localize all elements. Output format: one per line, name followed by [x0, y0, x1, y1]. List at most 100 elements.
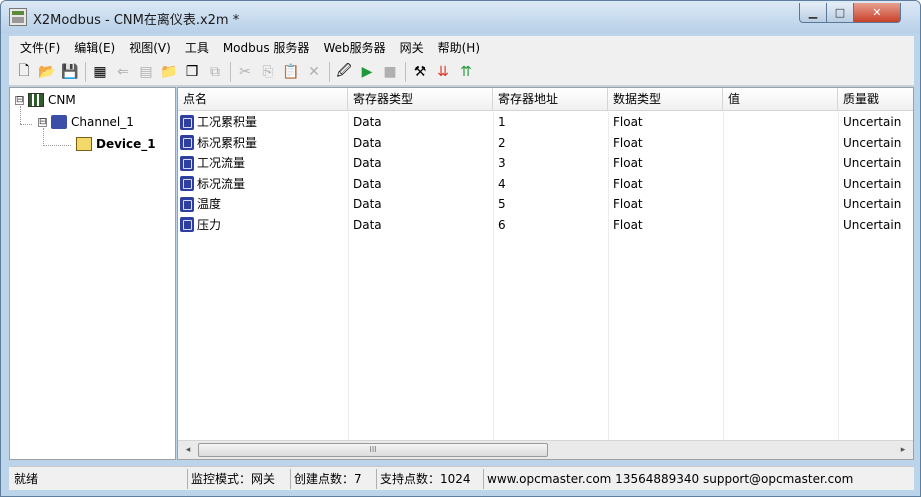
toolbar-separator	[329, 61, 330, 82]
tree-node-cnm[interactable]: ⊟ CNM	[15, 93, 76, 107]
tree-node-channel[interactable]: ⊟ Channel_1	[38, 115, 134, 129]
maximize-button[interactable]: □	[826, 3, 854, 23]
scroll-left-icon[interactable]: ◂	[181, 443, 195, 457]
cell-reg-type: Data	[353, 135, 382, 150]
cell-data-type: Float	[613, 135, 643, 150]
cell-name: 标况流量	[178, 174, 348, 194]
tree-node-device[interactable]: Device_1	[76, 137, 156, 151]
toolbar-separator	[230, 61, 231, 82]
cell-value	[723, 133, 838, 153]
cell-data-type: Float	[613, 156, 643, 170]
menu-item-4[interactable]: Modbus 服务器	[216, 39, 317, 56]
status-ready: 就绪	[14, 472, 39, 486]
column-header-1[interactable]: 寄存器类型	[348, 88, 493, 111]
cell-name: 压力	[178, 215, 348, 235]
delete-icon[interactable]: ✕	[303, 61, 325, 83]
cell-name: 标况累积量	[178, 133, 348, 153]
cut-icon[interactable]: ✂	[234, 61, 256, 83]
paste-icon[interactable]: 📋	[280, 61, 302, 83]
project-icon	[28, 93, 44, 107]
tag-name: 标况流量	[197, 176, 246, 191]
column-header-3[interactable]: 数据类型	[608, 88, 723, 111]
stop-icon[interactable]: ■	[379, 61, 401, 83]
cell-value	[723, 194, 838, 214]
column-header-2[interactable]: 寄存器地址	[493, 88, 608, 111]
copy-icon[interactable]: ⎘	[257, 61, 279, 83]
monitor-icon[interactable]: 🖉	[333, 61, 355, 83]
status-mode: 监控模式：网关	[187, 469, 278, 489]
table-row[interactable]: 工况累积量 Data 1 Float Uncertain	[178, 112, 913, 132]
add-device-icon[interactable]: ⇐	[112, 61, 134, 83]
menu-item-5[interactable]: Web服务器	[316, 39, 392, 56]
tag-icon	[180, 155, 194, 171]
cell-reg-type: Data	[353, 197, 382, 211]
menu-item-6[interactable]: 网关	[393, 39, 431, 56]
table-row[interactable]: 压力 Data 6 Float Uncertain	[178, 215, 913, 235]
cell-value	[723, 112, 838, 132]
grid-header: 点名 寄存器类型 寄存器地址 数据类型值质量戳	[178, 88, 913, 111]
table-row[interactable]: 工况流量 Data 3 Float Uncertain	[178, 153, 913, 173]
open-folder-icon[interactable]: 📂	[36, 61, 58, 83]
cell-quality: Uncertain	[843, 217, 902, 232]
menu-item-0[interactable]: 文件(F)	[13, 39, 67, 56]
cell-name: 工况流量	[178, 153, 348, 173]
cell-value	[723, 215, 838, 235]
tag-name: 工况累积量	[197, 115, 258, 129]
table-row[interactable]: 标况累积量 Data 2 Float Uncertain	[178, 133, 913, 153]
tag-grid[interactable]: 点名 寄存器类型 寄存器地址 数据类型值质量戳 工况累积量 Data 1 Float Unce…	[177, 87, 914, 460]
status-contact: www.opcmaster.com 13564889340 support@op…	[483, 469, 856, 489]
column-header-5[interactable]: 质量戳	[838, 88, 913, 111]
column-header-0[interactable]: 点名	[178, 88, 348, 111]
tree-node-label: Channel_1	[71, 115, 134, 129]
cell-quality: Uncertain	[843, 115, 902, 129]
tag-name: 标况累积量	[197, 135, 258, 150]
save-icon[interactable]: 💾	[59, 61, 81, 83]
menu-item-3[interactable]: 工具	[178, 39, 216, 56]
grid-body[interactable]: 工况累积量 Data 1 Float Uncertain 标况累积量 Data 2 Float U…	[178, 112, 913, 442]
cell-address: 6	[498, 217, 506, 232]
collapse-icon[interactable]: ⊟	[15, 95, 24, 105]
collapse-icon[interactable]: ⊟	[38, 117, 47, 127]
run-icon[interactable]: ▶	[356, 61, 378, 83]
add-channel-icon[interactable]: ▦	[89, 61, 111, 83]
properties-icon[interactable]: ⧉	[204, 61, 226, 83]
toolbar-separator	[85, 61, 86, 82]
device-tree[interactable]: ⊟ CNM ⊟ Channel_1 Device_1	[9, 87, 176, 460]
column-header-4[interactable]: 值	[723, 88, 838, 111]
status-created-points: 创建点数：7	[290, 469, 365, 489]
tag-icon	[180, 114, 194, 130]
minimize-button[interactable]: ▁	[799, 3, 827, 23]
cell-quality: Uncertain	[843, 176, 902, 191]
export-icon[interactable]: ❒	[181, 61, 203, 83]
cell-address: 1	[498, 115, 506, 129]
tag-name: 压力	[197, 217, 222, 232]
down-arrows-icon[interactable]: ⇊	[432, 61, 454, 83]
new-file-icon[interactable]: 🗋	[13, 61, 35, 83]
import-icon[interactable]: 📁	[158, 61, 180, 83]
add-tag-icon[interactable]: ▤	[135, 61, 157, 83]
cell-reg-type: Data	[353, 176, 382, 191]
scroll-thumb[interactable]: III	[198, 443, 548, 457]
app-icon[interactable]	[9, 8, 27, 26]
close-button[interactable]: ✕	[853, 3, 901, 23]
cell-value	[723, 153, 838, 173]
scroll-right-icon[interactable]: ▸	[896, 443, 910, 457]
horizontal-scrollbar[interactable]: ◂ III ▸	[178, 440, 913, 459]
cell-value	[723, 174, 838, 194]
menu-item-2[interactable]: 视图(V)	[122, 39, 178, 56]
cell-name: 工况累积量	[178, 112, 348, 132]
cell-quality: Uncertain	[843, 135, 902, 150]
app-window: X2Modbus - CNM在离仪表.x2m * ▁ □ ✕ 文件(F) 编辑(E…	[0, 0, 921, 497]
up-arrows-icon[interactable]: ⇈	[455, 61, 477, 83]
cell-reg-type: Data	[353, 156, 382, 170]
title-bar[interactable]: X2Modbus - CNM在离仪表.x2m * ▁ □ ✕	[1, 1, 920, 33]
cell-reg-type: Data	[353, 217, 382, 232]
tools-icon[interactable]: ⚒	[409, 61, 431, 83]
menu-item-1[interactable]: 编辑(E)	[67, 39, 122, 56]
status-supported-points: 支持点数：1024	[376, 469, 474, 489]
table-row[interactable]: 温度 Data 5 Float Uncertain	[178, 194, 913, 214]
menu-item-7[interactable]: 帮助(H)	[431, 39, 487, 56]
cell-data-type: Float	[613, 115, 643, 129]
table-row[interactable]: 标况流量 Data 4 Float Uncertain	[178, 174, 913, 194]
toolbar: 🗋 📂 💾 ▦ ⇐ ▤ 📁 ❒ ⧉ ✂ ⎘ 📋 ✕ 🖉 ▶ ■ ⚒ ⇊ ⇈	[9, 58, 914, 86]
